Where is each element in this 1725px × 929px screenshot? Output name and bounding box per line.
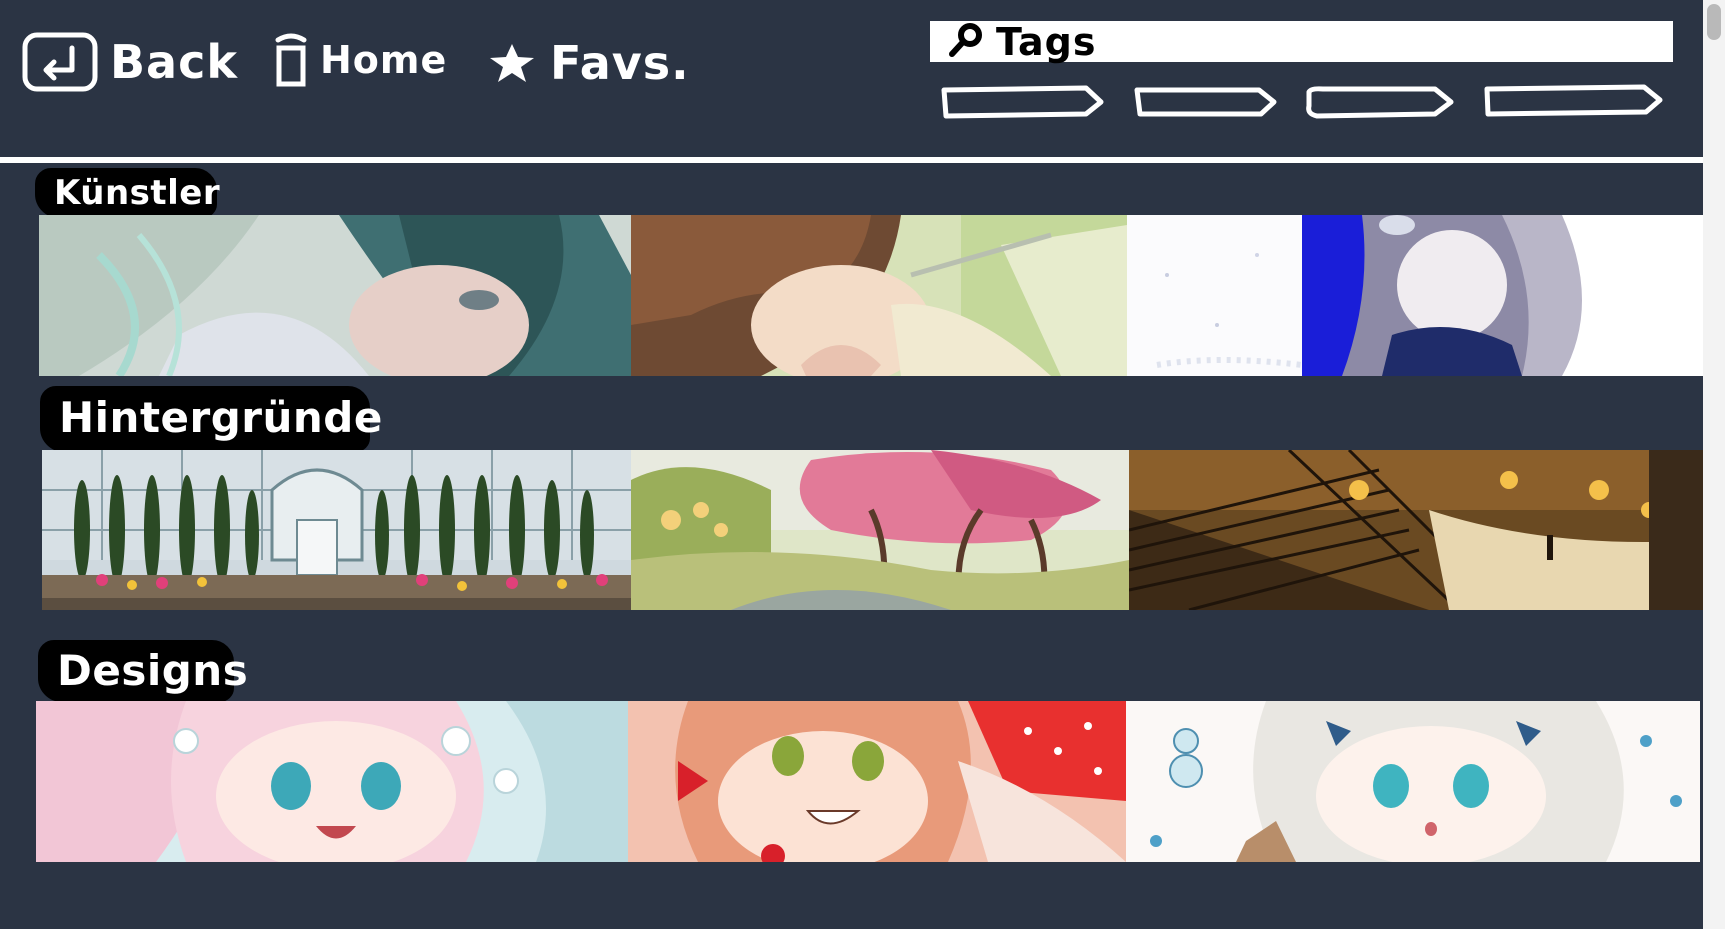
tag-chip-1[interactable] — [941, 84, 1104, 120]
home-button[interactable]: Home — [274, 32, 447, 88]
background-tile-2[interactable] — [631, 450, 1129, 610]
tag-chip-3[interactable] — [1303, 84, 1455, 120]
favs-label: Favs. — [550, 36, 690, 90]
design-tile-3[interactable] — [1126, 701, 1700, 862]
search-placeholder: Tags — [996, 19, 1097, 64]
background-tile-3[interactable] — [1129, 450, 1704, 610]
star-icon — [486, 41, 538, 85]
tag-chip-4[interactable] — [1484, 84, 1664, 120]
search-input[interactable]: Tags — [930, 19, 1673, 64]
row-backgrounds — [42, 450, 1704, 610]
section-title-designs: Designs — [38, 640, 248, 702]
artist-tile-4[interactable] — [1302, 215, 1704, 376]
design-tile-1[interactable] — [36, 701, 628, 862]
background-tile-1[interactable] — [42, 450, 631, 610]
search-icon — [946, 22, 986, 62]
back-label: Back — [110, 35, 238, 89]
artist-tile-1[interactable] — [39, 215, 631, 376]
design-tile-2[interactable] — [628, 701, 1126, 862]
home-icon — [274, 32, 308, 88]
row-artists — [39, 215, 1704, 376]
header-divider — [0, 157, 1703, 163]
row-designs — [36, 701, 1700, 862]
back-icon — [22, 32, 98, 92]
section-title-artists: Künstler — [35, 168, 220, 218]
tag-chip-2[interactable] — [1134, 84, 1277, 120]
page-scrollbar[interactable] — [1703, 0, 1725, 929]
artist-tile-2[interactable] — [631, 215, 1127, 376]
artist-tile-3[interactable] — [1127, 215, 1302, 376]
section-title-backgrounds: Hintergründe — [40, 386, 382, 452]
favs-button[interactable]: Favs. — [486, 36, 690, 90]
scrollbar-thumb[interactable] — [1707, 4, 1721, 40]
back-button[interactable]: Back — [22, 32, 238, 92]
home-label: Home — [320, 38, 448, 82]
